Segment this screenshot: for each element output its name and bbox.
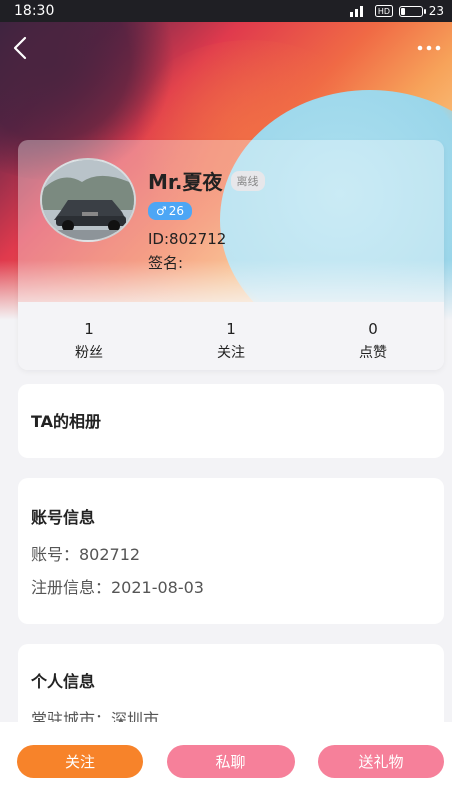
profile-card: Mr.夏夜 离线 ♂ 26 ID:802712 签名: 1 粉丝 1 关注 0 … [18,140,444,370]
age-value: 26 [168,204,185,218]
avatar[interactable] [40,158,136,242]
personal-info-title: 个人信息 [31,672,96,691]
status-bar: 18:30 HD 23 [0,0,452,22]
back-arrow-icon [13,36,27,60]
stat-value: 0 [368,320,378,338]
stat-value: 1 [226,320,236,338]
more-dots-icon [417,45,441,51]
register-date: 注册信息：2021-08-03 [31,578,204,597]
user-signature: 签名: [148,254,184,272]
svg-text:HD: HD [378,7,390,16]
stats-row: 1 粉丝 1 关注 0 点赞 [18,320,444,362]
more-button[interactable] [412,34,446,62]
album-title: TA的相册 [31,412,102,431]
signal-icon [349,6,363,17]
follow-button[interactable]: 关注 [17,744,143,778]
status-time: 18:30 [14,3,55,19]
user-id: ID:802712 [148,230,227,248]
battery-icon [398,5,426,17]
stat-label: 关注 [217,345,245,361]
battery-percent: 23 [428,4,444,18]
online-status-badge: 离线 [230,170,265,191]
hd-icon: HD [374,5,393,17]
account-number: 账号：802712 [31,545,141,564]
account-info-title: 账号信息 [31,508,96,527]
stat-value: 1 [84,320,94,338]
account-info-card: 账号信息 账号：802712 注册信息：2021-08-03 [18,478,444,624]
chat-button[interactable]: 私聊 [166,744,295,778]
album-card[interactable]: TA的相册 [18,384,444,458]
stat-likes[interactable]: 0 点赞 [302,320,444,362]
stat-label: 点赞 [359,345,387,361]
user-name: Mr.夏夜 [148,170,223,194]
gender-age-tag: ♂ 26 [148,202,193,220]
stat-fans[interactable]: 1 粉丝 [18,320,160,362]
stat-label: 粉丝 [75,345,103,361]
male-icon: ♂ [156,204,167,218]
car-photo-icon [42,160,134,240]
back-button[interactable] [10,34,32,62]
bottom-action-bar: 关注 私聊 送礼物 [0,722,452,800]
send-gift-button[interactable]: 送礼物 [318,744,444,778]
stat-following[interactable]: 1 关注 [160,320,302,362]
